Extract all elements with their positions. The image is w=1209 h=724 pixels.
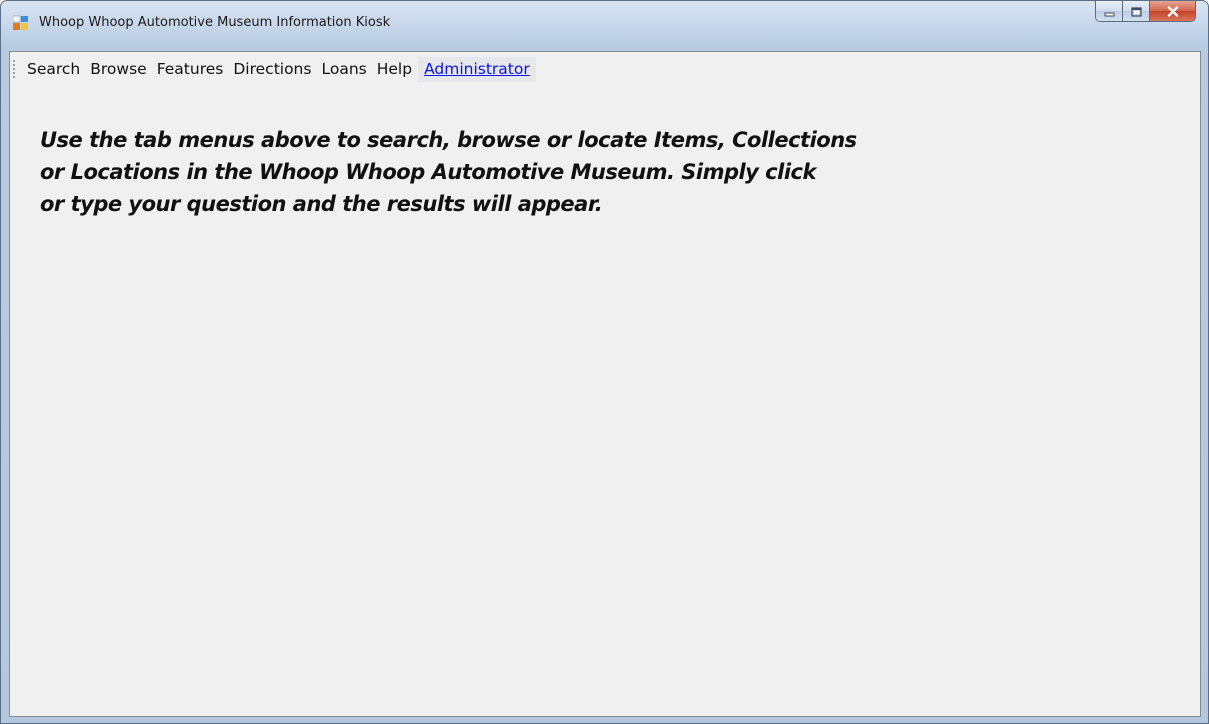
minimize-icon [1104, 2, 1115, 21]
menu-item-features[interactable]: Features [153, 57, 228, 82]
menu-item-administrator[interactable]: Administrator [418, 56, 536, 82]
intro-line: or type your question and the results wi… [40, 192, 603, 216]
menu-item-loans[interactable]: Loans [317, 57, 370, 82]
window-controls [1095, 1, 1196, 22]
maximize-button[interactable] [1123, 1, 1150, 21]
menu-grip-handle[interactable] [13, 60, 16, 78]
application-icon [12, 15, 29, 31]
window-title: Whoop Whoop Automotive Museum Informatio… [39, 15, 391, 30]
menu-item-directions[interactable]: Directions [229, 57, 315, 82]
app-window: Whoop Whoop Automotive Museum Informatio… [0, 0, 1209, 724]
maximize-icon [1130, 2, 1142, 21]
title-bar[interactable]: Whoop Whoop Automotive Museum Informatio… [1, 1, 1208, 45]
intro-line: Use the tab menus above to search, brows… [40, 128, 857, 152]
intro-text: Use the tab menus above to search, brows… [40, 124, 1000, 220]
close-button[interactable] [1150, 1, 1195, 21]
menu-item-search[interactable]: Search [23, 57, 84, 82]
intro-line: or Locations in the Whoop Whoop Automoti… [40, 160, 816, 184]
menu-bar: Search Browse Features Directions Loans … [10, 52, 1200, 86]
menu-items: Search Browse Features Directions Loans … [23, 56, 538, 82]
menu-item-browse[interactable]: Browse [86, 57, 150, 82]
close-icon [1167, 2, 1179, 21]
minimize-button[interactable] [1096, 1, 1123, 21]
menu-item-help[interactable]: Help [373, 57, 416, 82]
client-area: Search Browse Features Directions Loans … [9, 51, 1201, 717]
